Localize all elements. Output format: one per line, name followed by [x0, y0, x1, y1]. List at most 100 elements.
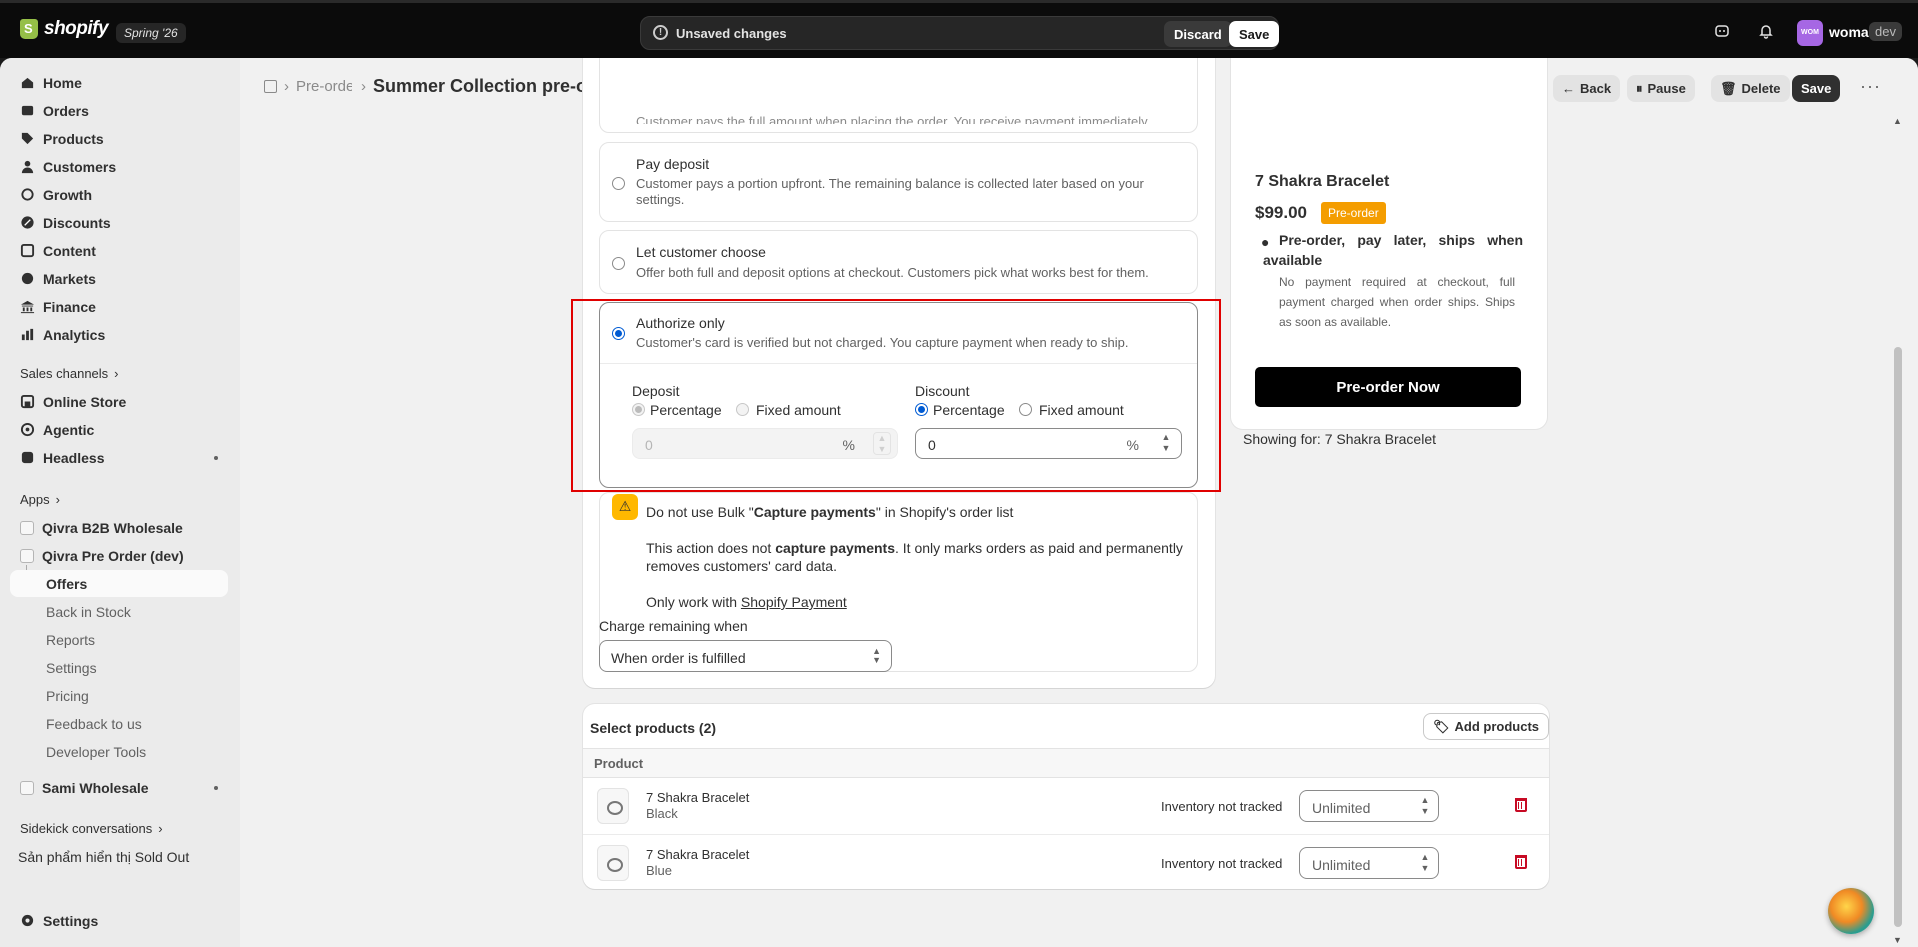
sidebar-item-label: Agentic	[43, 421, 95, 438]
sidebar-item-label: Settings	[46, 659, 97, 676]
sidebar-item-settings[interactable]: Settings	[10, 907, 228, 934]
save-button[interactable]: Save	[1792, 75, 1841, 102]
sidekick-icon[interactable]	[1713, 23, 1731, 41]
sidebar-item-qivra-b2b[interactable]: Qivra B2B Wholesale	[10, 514, 228, 541]
charge-remaining-value: When order is fulfilled	[611, 650, 746, 666]
brand-name: shopify	[44, 18, 109, 39]
app-icon	[20, 548, 34, 563]
sidebar-item-discounts[interactable]: Discounts	[10, 209, 228, 236]
table-row[interactable]: 7 Shakra Bracelet Black Inventory not tr…	[583, 778, 1549, 835]
add-products-button[interactable]: 🏷 Add products	[1423, 713, 1550, 740]
sidebar-item-content[interactable]: Content	[10, 237, 228, 264]
product-variant: Blue	[646, 863, 673, 878]
sidebar-item-label: Customers	[43, 158, 117, 175]
sidebar-item-customers[interactable]: Customers	[10, 153, 228, 180]
delete-label: Delete	[1741, 81, 1781, 96]
sidebar-item-back-in-stock[interactable]: Back in Stock	[10, 598, 228, 625]
sidebar-item-feedback[interactable]: Feedback to us	[10, 710, 228, 737]
sidebar-item-offers[interactable]: Offers	[10, 570, 228, 597]
shopify-payment-link[interactable]: Shopify Payment	[741, 594, 847, 610]
discount-icon	[21, 216, 34, 229]
bell-icon[interactable]	[1757, 23, 1775, 41]
preview-price: $99.00	[1255, 203, 1307, 222]
sidebar-item-products[interactable]: Products	[10, 125, 228, 152]
product-thumbnail	[597, 788, 629, 824]
sidebar-item-analytics[interactable]: Analytics	[10, 321, 228, 348]
avatar[interactable]: WOM	[1797, 20, 1823, 46]
discard-button[interactable]: Discard	[1164, 21, 1232, 47]
preview-bullet: Pre-order, pay later, ships when availab…	[1263, 232, 1523, 268]
sidebar-item-home[interactable]: Home	[10, 69, 228, 96]
home-icon	[21, 77, 34, 89]
sidekick-conversations-header[interactable]: Sidekick conversations ›	[20, 821, 163, 836]
top-bar: shopify Spring '26 ! Unsaved changes Dis…	[0, 0, 1918, 58]
sidebar-item-label: Finance	[43, 298, 96, 315]
deposit-radio[interactable]	[612, 177, 625, 190]
more-dot-icon[interactable]	[214, 786, 218, 790]
delete-button[interactable]: 🗑 Delete	[1711, 75, 1790, 102]
store-badge: dev	[1869, 22, 1902, 41]
app-breadcrumb-icon[interactable]	[264, 80, 277, 93]
sidebar-item-label: Orders	[43, 102, 89, 119]
payment-option-choose[interactable]: Let customer choose Offer both full and …	[599, 230, 1198, 294]
store-name[interactable]: woma	[1829, 24, 1869, 40]
select-chevron-icon: ▲ ▼	[872, 646, 881, 665]
scrollbar-thumb[interactable]	[1894, 347, 1902, 927]
sales-channels-header[interactable]: Sales channels ›	[20, 366, 119, 381]
pause-button[interactable]: ⏸ Pause	[1627, 75, 1695, 102]
deposit-desc: Customer pays a portion upfront. The rem…	[636, 176, 1144, 207]
product-variant: Black	[646, 806, 678, 821]
sidebar-item-sami-wholesale[interactable]: Sami Wholesale	[10, 774, 228, 801]
payment-option-full[interactable]: Customer pays the full amount when placi…	[599, 58, 1198, 133]
table-row[interactable]: 7 Shakra Bracelet Blue Inventory not tra…	[583, 835, 1549, 892]
chat-bubble-icon[interactable]	[1828, 888, 1874, 934]
agentic-icon	[20, 422, 35, 437]
chevron-right-icon: ›	[55, 492, 60, 507]
breadcrumb[interactable]: Pre-order	[296, 78, 352, 95]
trash-icon[interactable]	[1515, 798, 1527, 812]
sidebar-item-label: Sami Wholesale	[42, 779, 149, 796]
sidebar-item-settings-sub[interactable]: Settings	[10, 654, 228, 681]
scroll-up-icon[interactable]: ▲	[1893, 116, 1902, 126]
quantity-input[interactable]: Unlimited ▲ ▼	[1299, 790, 1439, 822]
sidebar-item-reports[interactable]: Reports	[10, 626, 228, 653]
sidebar-item-markets[interactable]: Markets	[10, 265, 228, 292]
topbar-save-button[interactable]: Save	[1229, 21, 1280, 47]
sidebar-item-growth[interactable]: Growth	[10, 181, 228, 208]
shopify-logo[interactable]: shopify	[20, 18, 109, 40]
sold-out-conversation[interactable]: Sản phẩm hiển thị Sold Out	[18, 849, 189, 865]
sidebar-item-qivra-pre-order[interactable]: Qivra Pre Order (dev)	[10, 542, 228, 569]
quantity-input[interactable]: Unlimited ▲ ▼	[1299, 847, 1439, 879]
apps-header[interactable]: Apps ›	[20, 492, 60, 507]
sidebar-item-orders[interactable]: Orders	[10, 97, 228, 124]
charge-remaining-select[interactable]: When order is fulfilled ▲ ▼	[599, 640, 892, 672]
payment-option-deposit[interactable]: Pay deposit Customer pays a portion upfr…	[599, 142, 1198, 222]
back-button[interactable]: ← Back	[1553, 75, 1621, 102]
sidebar-item-agentic[interactable]: Agentic	[10, 416, 228, 443]
sidebar-item-pricing[interactable]: Pricing	[10, 682, 228, 709]
sidebar-item-finance[interactable]: Finance	[10, 293, 228, 320]
products-title: Select products (2)	[590, 720, 717, 736]
warning-body-line2: removes customers' card data.	[646, 558, 837, 574]
pre-order-now-button[interactable]: Pre-order Now	[1255, 367, 1521, 407]
sidebar-item-online-store[interactable]: Online Store	[10, 388, 228, 415]
stepper-icon[interactable]: ▲ ▼	[1418, 795, 1432, 817]
trash-icon[interactable]	[1515, 855, 1527, 869]
warning-title-prefix: Do not use Bulk "	[646, 504, 754, 520]
sidebar-item-developer-tools[interactable]: Developer Tools	[10, 738, 228, 765]
scrollbar[interactable]: ▲ ▼	[1892, 116, 1904, 947]
add-products-label: Add products	[1454, 719, 1540, 734]
choose-radio[interactable]	[612, 257, 625, 270]
warning-only-prefix: Only work with	[646, 594, 741, 610]
scroll-down-icon[interactable]: ▼	[1893, 935, 1902, 945]
product-name: 7 Shakra Bracelet	[646, 790, 750, 805]
shopify-bag-icon	[20, 19, 38, 39]
edition-badge[interactable]: Spring '26	[116, 23, 186, 43]
sidebar-item-headless[interactable]: Headless	[10, 444, 228, 471]
stepper-icon[interactable]: ▲ ▼	[1418, 852, 1432, 874]
more-actions-icon[interactable]: ···	[1860, 76, 1881, 97]
warning-body-bold: capture payments	[775, 540, 896, 556]
product-name: 7 Shakra Bracelet	[646, 847, 750, 862]
warning-title-suffix: " in Shopify's order list	[875, 504, 1014, 520]
more-dot-icon[interactable]	[214, 456, 218, 460]
